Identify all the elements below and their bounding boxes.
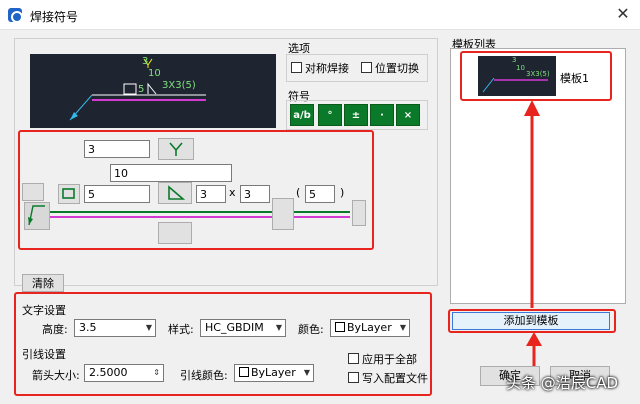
size-b-input[interactable]	[240, 185, 270, 203]
arrow-size-spinner[interactable]: 2.5000 ⇕	[84, 364, 164, 382]
left-value-input[interactable]	[84, 185, 150, 203]
reference-line	[50, 211, 350, 213]
arrow-size-label: 箭头大小:	[32, 369, 80, 382]
color-label: 颜色:	[298, 323, 324, 336]
symbol-dot-button[interactable]: ·	[370, 104, 394, 126]
text-settings-title: 文字设置	[22, 304, 66, 317]
right-end-button[interactable]	[352, 200, 366, 226]
left-blank-button[interactable]	[22, 183, 44, 201]
template-item-label[interactable]: 模板1	[560, 70, 589, 86]
close-icon[interactable]: ✕	[610, 2, 636, 26]
symbol-fraction-button[interactable]: a/b	[290, 104, 314, 126]
paren-close: )	[340, 186, 345, 199]
style-label: 样式:	[168, 323, 194, 336]
preview-right-text: 3X3(5)	[162, 80, 196, 91]
apply-all-checkbox[interactable]	[348, 353, 359, 364]
preview-mid-text: 10	[148, 68, 161, 79]
symmetric-checkbox[interactable]	[291, 62, 302, 73]
dashed-line	[50, 216, 350, 218]
weld-preview: 3 10 5 3X3(5)	[30, 54, 276, 128]
add-to-template-button[interactable]: 添加到模板	[452, 312, 610, 330]
symmetric-label: 对称焊接	[305, 62, 349, 75]
write-config-checkbox[interactable]	[348, 372, 359, 383]
symbol-degree-button[interactable]: °	[318, 104, 342, 126]
chevron-down-icon: ▼	[399, 323, 406, 332]
title-bar: 焊接符号 ✕	[0, 0, 640, 30]
window-title: 焊接符号	[30, 10, 79, 24]
leader-color-select[interactable]: ByLayer ▼	[234, 364, 314, 382]
chevron-down-icon: ▼	[303, 368, 310, 377]
height-label: 高度:	[42, 323, 68, 336]
thumb-top-text: 3	[512, 56, 517, 64]
mid-value-input[interactable]	[110, 164, 232, 182]
left-symbol-button[interactable]	[58, 184, 80, 204]
times-sign: x	[229, 186, 236, 199]
thumb-mid-text: 10	[516, 64, 525, 72]
height-select[interactable]: 3.5 ▼	[74, 319, 156, 337]
fillet-symbol-button[interactable]	[158, 182, 192, 204]
leader-settings-title: 引线设置	[22, 348, 66, 361]
preview-top-text: 3	[142, 56, 149, 67]
top-value-input[interactable]	[84, 140, 150, 158]
chevron-down-icon: ▼	[275, 323, 282, 332]
size-a-input[interactable]	[196, 185, 226, 203]
style-select[interactable]: HC_GBDIM ▼	[200, 319, 286, 337]
write-config-label: 写入配置文件	[362, 372, 428, 385]
symbol-plusminus-button[interactable]: ±	[344, 104, 368, 126]
clear-button[interactable]: 清除	[22, 274, 64, 292]
app-icon	[8, 8, 23, 23]
chevron-down-icon: ▼	[145, 323, 152, 332]
preview-left-text: 5	[138, 84, 145, 95]
color-select[interactable]: ByLayer ▼	[330, 319, 410, 337]
bottom-symbol-button[interactable]	[158, 222, 192, 244]
template-thumbnail[interactable]: 3 10 3X3(5)	[478, 56, 556, 96]
top-symbol-button[interactable]	[158, 138, 194, 160]
paren-open: (	[296, 186, 301, 199]
leader-color-label: 引线颜色:	[180, 369, 228, 382]
watermark: 头条 @浩辰CAD	[506, 374, 619, 392]
up-arrow-icon	[524, 100, 540, 308]
thumb-right-text: 3X3(5)	[526, 70, 550, 78]
tail-button[interactable]	[272, 198, 294, 230]
position-switch-checkbox[interactable]	[361, 62, 372, 73]
apply-all-label: 应用于全部	[362, 353, 417, 366]
color-swatch	[239, 367, 249, 377]
symbol-cross-button[interactable]: ×	[396, 104, 420, 126]
color-swatch	[335, 322, 345, 332]
paren-value-input[interactable]	[305, 185, 335, 203]
up-arrow-icon	[526, 332, 542, 368]
position-switch-label: 位置切换	[375, 62, 419, 75]
leader-arrow-button[interactable]	[24, 202, 50, 230]
spin-arrows-icon: ⇕	[153, 368, 160, 377]
